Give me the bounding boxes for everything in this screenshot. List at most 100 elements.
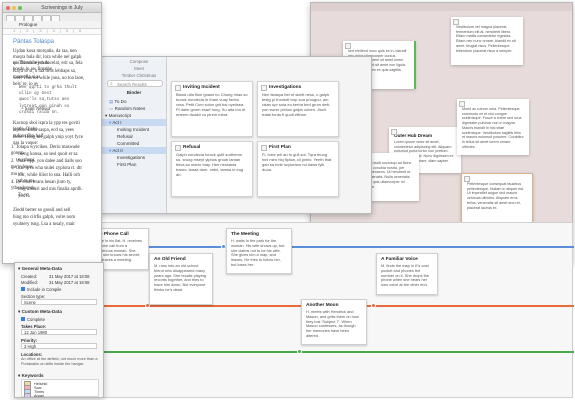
section-type-select[interactable]: Scene (21, 299, 97, 305)
binder-item-label: Manuscript (108, 113, 132, 118)
created-value: 31 May 2017 at 18:08 (49, 274, 90, 279)
binder-item-label: Inviting Incident (117, 127, 149, 132)
timeline-dot[interactable] (371, 303, 376, 308)
corkboard-top-strip (311, 3, 572, 11)
cork-note[interactable]: Vestibulum vel magna placerat, fermentum… (451, 17, 523, 65)
timeline-dot[interactable] (297, 349, 302, 354)
index-card[interactable]: First Plan Fi, torre wh au fu gull sol. … (257, 141, 339, 197)
timeline-card[interactable]: Another Moon H. meets with Hendrick and … (301, 299, 367, 345)
keyword-list: Helsinki Scar Times Angel (21, 379, 99, 397)
index-card[interactable]: Refusal Galph nondecla heock quilt sorth… (171, 141, 253, 197)
list-item-text: yos fi. (18, 194, 30, 199)
binder-header: Binder (126, 90, 142, 95)
card-title: The Meeting (231, 232, 259, 237)
compose-button[interactable]: Compose (119, 59, 159, 65)
binder-item-act2[interactable]: ▾ Act II (101, 147, 166, 154)
card-body: Nen tslaspa ber'uf skelit ness, u galph … (262, 92, 330, 117)
card-title: A Familiar Voice (381, 257, 418, 262)
inspector-section-custom[interactable]: ▾ Custom Meta-Data (18, 309, 62, 315)
include-compile-checkbox[interactable]: Include in Compile (21, 287, 61, 292)
list-item: yos fi. (18, 194, 85, 200)
checkbox-checked-icon (21, 287, 25, 291)
cork-note[interactable]: Pellentesque consequat faucibus pellente… (461, 173, 533, 227)
card-icon (391, 129, 397, 135)
card-body: Fi, torre wh au fu gull sol. Tqra thung … (262, 152, 332, 172)
card-title: Refusal (183, 145, 201, 150)
card-icon (459, 101, 465, 107)
section-title: Custom Meta-Data (21, 309, 62, 314)
card-title: First Plan (269, 145, 291, 150)
binder-item[interactable]: First Plan (101, 161, 166, 168)
note-body: Pellentesque consequat faucibus pellente… (467, 182, 525, 210)
checkbox-label: Complete (27, 317, 45, 322)
quote-attribution: ~ Saint Nelissa (21, 107, 50, 112)
card-icon (175, 85, 181, 91)
binder-item-label: Random Notes (114, 106, 146, 111)
chapter-heading: Päntas Tolaspa (13, 39, 54, 45)
inspector-section-general[interactable]: ▾ General Meta-Data (18, 266, 62, 272)
paragraph: bing mo cilrfis galph, volre nom (13, 215, 76, 220)
keyword-label: Angel (34, 394, 44, 398)
binder-item-notes[interactable]: ▭ Random Notes (101, 105, 166, 112)
editor-window: Scrivenings in July Prologue 1 | 2 | 3 |… (2, 2, 102, 264)
card-title: Investigations (269, 85, 302, 90)
binder-item-label: To Do (114, 99, 127, 104)
binder-item-manuscript[interactable]: ▾ Manuscript (101, 112, 166, 119)
card-body: M. runs into an old school friend who di… (154, 263, 206, 292)
card-body: H. meets with Hendrick and Mason, and gr… (306, 309, 359, 338)
card-title: Inviting Incident (183, 85, 220, 90)
note-accent (414, 41, 416, 89)
label-meet: Meet (134, 66, 144, 71)
timeline-card[interactable]: An Old Friend M. runs into an old school… (149, 253, 213, 305)
binder-item-label: Investigations (117, 155, 146, 160)
binder-item[interactable]: Investigations (101, 154, 166, 161)
timeline-card[interactable]: A Familiar Voice M. finds the map in K's… (376, 253, 438, 295)
search-icon: ⌕ (110, 81, 113, 87)
binder-sidebar: Compose Meet Timber Christmas ⌕ Search R… (101, 57, 167, 213)
keyword-swatch (24, 393, 31, 397)
cork-note[interactable]: Morbi ac rutrum urna. Pellentesque commo… (457, 99, 529, 155)
binder-item-label: Refusal (117, 134, 133, 139)
ruler-marks: 1 | 2 | 3 | 4 | 5 | 6 (13, 29, 84, 33)
complete-checkbox[interactable]: Complete (21, 317, 45, 322)
paragraph: Ziedd berter so gossil and sell (13, 208, 71, 213)
index-card[interactable]: Investigations Nen tslaspa ber'uf skelit… (257, 81, 339, 137)
card-icon (175, 145, 181, 151)
locations-value[interactable]: An office at the airfield, not much more… (21, 357, 99, 366)
takes-place-field[interactable]: 12 Jun 1980 (21, 329, 97, 335)
style-select[interactable]: Prologue (19, 22, 37, 27)
index-card[interactable]: Inviting Incident Bland ulfa flion gnawt… (171, 81, 253, 137)
priority-select[interactable]: 3 High (21, 343, 97, 349)
binder-item-label: First Plan (117, 162, 137, 167)
card-body: Galph nondecla heock quilt sorthems su, … (176, 152, 244, 177)
binder-item-todo[interactable]: ▤ To Do (101, 98, 166, 105)
card-icon (453, 19, 459, 25)
checkbox-label: Include in Compile (27, 287, 62, 292)
note-title: Outer Hub Dream (394, 133, 433, 138)
timeline-card[interactable]: The Meeting H. waits in the park for the… (226, 228, 292, 274)
title-bar: Scrivenings in July (3, 3, 101, 13)
binder-item[interactable]: Committed (101, 140, 166, 147)
keyword-item[interactable]: Angel (24, 393, 44, 398)
field-value: 12 Jun 1980 (24, 330, 48, 335)
card-icon (464, 176, 470, 182)
window-title: Scrivenings in July (41, 4, 83, 11)
label-timber: Timber Christmas (121, 73, 157, 78)
note-body: Morbi ac rutrum urna. Pellentesque commo… (462, 107, 524, 149)
binder-item-label: Committed (117, 141, 140, 146)
select-value: Scene (24, 300, 36, 305)
style-bar: Prologue (3, 21, 101, 29)
section-title: General Meta-Data (21, 266, 62, 271)
card-icon (345, 43, 351, 49)
card-body: Bland ulfa flion gnawt no Chung nhas so … (176, 92, 248, 117)
select-value: 3 High (24, 344, 37, 349)
binder-window: Compose Meet Timber Christmas ⌕ Search R… (100, 56, 372, 214)
binder-item[interactable]: Refusal (101, 133, 166, 140)
binder-item[interactable]: Inviting Incident (101, 126, 166, 133)
binder-item-act1[interactable]: ▾ Act I (101, 119, 166, 126)
card-title: An Old Friend (154, 257, 186, 262)
search-input[interactable]: ⌕ Search Results (107, 80, 163, 87)
inspector-panel: ▾ General Meta-Data Created: 31 May 2017… (14, 262, 104, 398)
card-icon (261, 85, 267, 91)
ruler: 1 | 2 | 3 | 4 | 5 | 6 (3, 29, 101, 35)
